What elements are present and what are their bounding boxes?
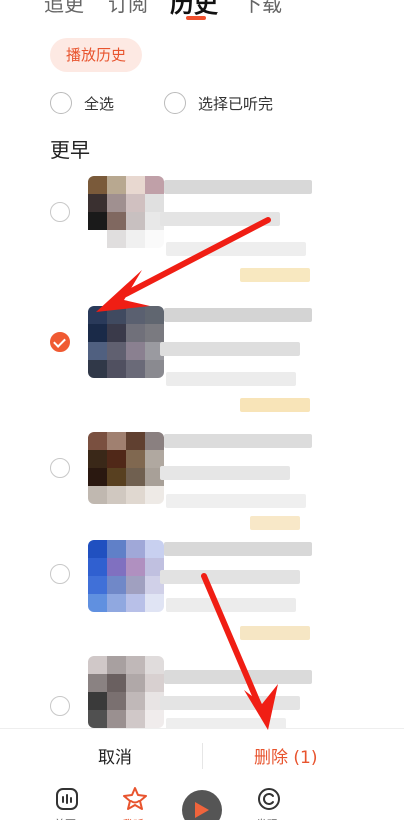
- tab-downloads[interactable]: 下载: [242, 0, 282, 17]
- select-all-label: 全选: [84, 94, 115, 113]
- blurred-text-line: [160, 466, 290, 480]
- checked-radio-icon[interactable]: [50, 332, 70, 352]
- blurred-text-line: [164, 434, 312, 448]
- blurred-text-line: [166, 242, 306, 256]
- action-divider: [202, 743, 203, 769]
- select-all-radio-icon[interactable]: [50, 92, 72, 114]
- blurred-text-line: [164, 670, 312, 684]
- delete-button[interactable]: 删除 (1): [254, 743, 317, 768]
- home-icon[interactable]: [54, 786, 80, 812]
- blurred-text-line: [160, 212, 280, 226]
- tab-subscribed[interactable]: 订阅: [108, 0, 148, 17]
- cover-thumbnail: [88, 656, 164, 728]
- radio-icon[interactable]: [50, 458, 70, 478]
- select-listened-option[interactable]: 选择已听完: [164, 90, 273, 116]
- mine-star-icon[interactable]: [122, 786, 148, 812]
- select-listened-radio-icon[interactable]: [164, 92, 186, 114]
- blurred-text-line: [160, 570, 300, 584]
- blurred-text-line: [166, 372, 296, 386]
- blurred-text-line: [250, 516, 300, 530]
- cover-thumbnail: [88, 432, 164, 504]
- tab-following[interactable]: 追更: [44, 0, 84, 17]
- radio-icon[interactable]: [50, 564, 70, 584]
- blurred-text-line: [240, 626, 310, 640]
- radio-icon[interactable]: [50, 696, 70, 716]
- cover-thumbnail: [88, 306, 164, 378]
- blurred-text-line: [160, 696, 300, 710]
- cover-thumbnail: [88, 176, 164, 248]
- discover-label: 发现: [256, 816, 278, 820]
- discover-icon[interactable]: [256, 786, 282, 812]
- tab-active-indicator: [186, 16, 206, 20]
- play-history-chip[interactable]: 播放历史: [50, 38, 143, 72]
- radio-icon[interactable]: [50, 202, 70, 222]
- blurred-text-line: [240, 268, 310, 282]
- section-title: 更早: [50, 138, 90, 162]
- list-item[interactable]: [0, 172, 404, 292]
- home-label: 首页: [54, 816, 76, 820]
- select-all-option[interactable]: 全选: [50, 90, 114, 116]
- player-disc-icon[interactable]: [182, 790, 222, 820]
- select-options-row: 全选 选择已听完: [50, 90, 370, 116]
- blurred-text-line: [160, 342, 300, 356]
- cancel-button[interactable]: 取消: [98, 743, 132, 768]
- mine-label: 我听: [122, 816, 144, 820]
- blurred-text-line: [166, 494, 306, 508]
- bottom-nav: 首页 我听 发现: [0, 782, 404, 820]
- more-icon[interactable]: ···: [328, 0, 350, 10]
- action-bar: 取消 删除 (1): [0, 728, 404, 782]
- list-item[interactable]: [0, 428, 404, 548]
- blurred-text-line: [166, 598, 296, 612]
- list-item[interactable]: [0, 536, 404, 656]
- top-tabs: 追更 订阅 历史 下载 ···: [0, 0, 404, 28]
- blurred-text-line: [164, 180, 312, 194]
- blurred-text-line: [164, 542, 312, 556]
- select-listened-label: 选择已听完: [198, 94, 274, 113]
- blurred-text-line: [164, 308, 312, 322]
- cover-thumbnail: [88, 540, 164, 612]
- blurred-text-line: [240, 398, 310, 412]
- list-item[interactable]: [0, 302, 404, 422]
